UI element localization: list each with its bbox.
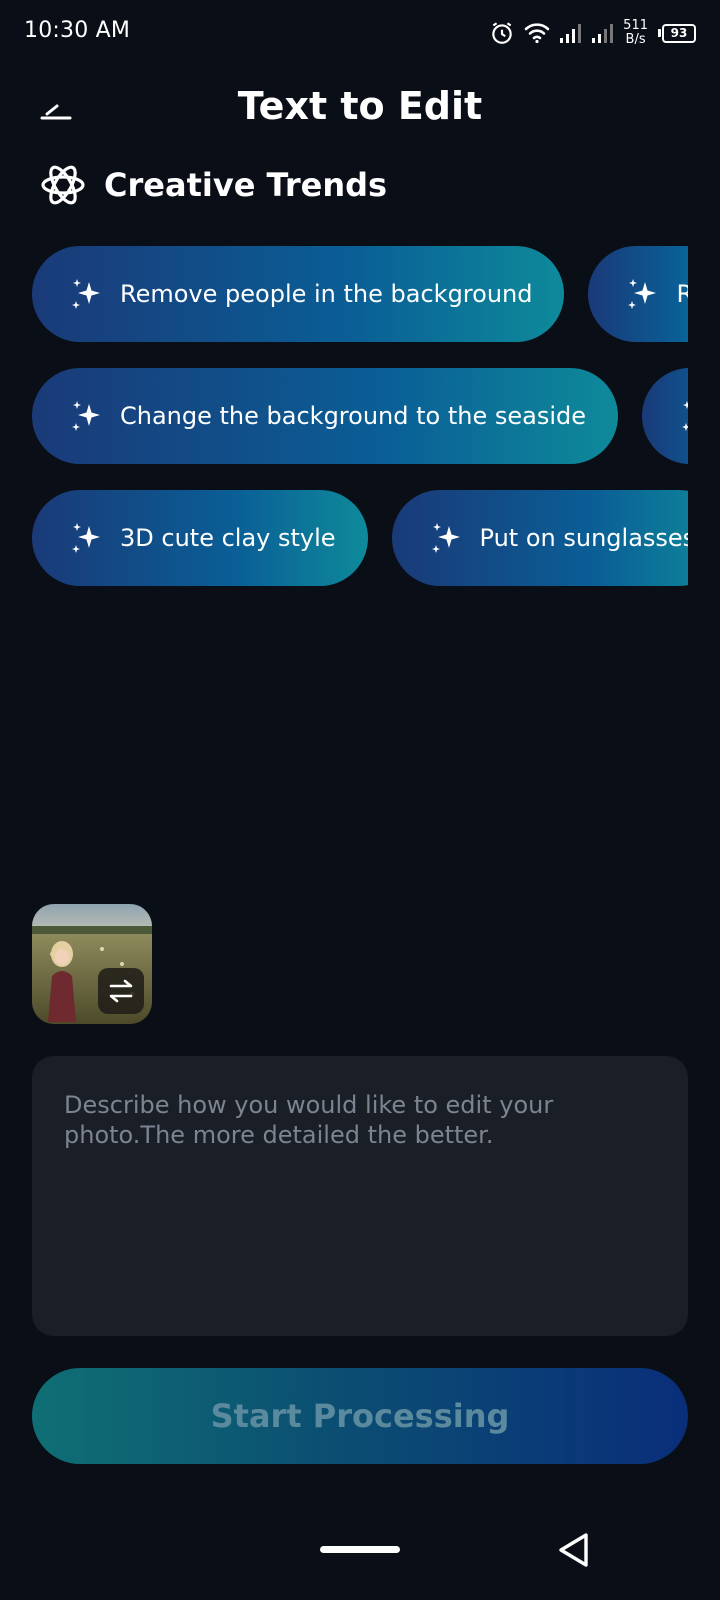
sparkle-icon <box>72 523 100 553</box>
sparkle-icon <box>628 279 657 309</box>
sparkle-icon <box>72 279 100 309</box>
page-title: Text to Edit <box>237 84 483 128</box>
chip-clay-style[interactable]: 3D cute clay style <box>32 490 368 586</box>
battery-level: 93 <box>662 23 696 43</box>
battery-icon: 93 <box>658 23 696 43</box>
chip-label: 3D cute clay style <box>120 524 336 552</box>
status-bar: 10:30 AM 511 B/s 93 <box>0 0 720 66</box>
prompt-box <box>32 1056 688 1336</box>
nav-back-icon[interactable] <box>554 1530 594 1570</box>
chip-row: Change the background to the seaside <box>32 368 688 464</box>
battery-cap <box>658 29 661 37</box>
chip-partial[interactable] <box>642 368 688 464</box>
atom-icon <box>41 165 85 205</box>
swap-photo-button[interactable] <box>98 968 144 1014</box>
network-speed-value: 511 <box>623 18 648 33</box>
start-processing-label: Start Processing <box>210 1397 510 1435</box>
trend-chips: Remove people in the background Re Chang… <box>32 246 688 586</box>
screen: 10:30 AM 511 B/s 93 Text to Edit Creativ… <box>0 0 720 1600</box>
wifi-icon <box>524 23 550 44</box>
sparkle-icon <box>431 523 460 553</box>
section-heading: Creative Trends <box>40 160 387 210</box>
chip-row: Remove people in the background Re <box>32 246 688 342</box>
network-speed-unit: B/s <box>625 32 646 47</box>
sparkle-icon <box>682 401 688 431</box>
network-speed: 511 B/s <box>623 19 648 47</box>
alarm-icon <box>492 22 512 44</box>
swap-icon <box>109 979 133 1003</box>
chip-row: 3D cute clay style Put on sunglasses <box>32 490 688 586</box>
chip-label: Change the background to the seaside <box>120 402 586 430</box>
section-title: Creative Trends <box>104 166 388 204</box>
signal-icon <box>592 24 614 43</box>
chip-label: Re <box>676 280 688 308</box>
signal-icon <box>560 24 582 43</box>
chip-sunglasses[interactable]: Put on sunglasses <box>391 490 688 586</box>
start-processing-button[interactable]: Start Processing <box>32 1368 688 1464</box>
chip-remove-people[interactable]: Remove people in the background <box>32 246 565 342</box>
status-time: 10:30 AM <box>24 18 131 43</box>
prompt-input[interactable] <box>64 1090 656 1302</box>
chip-seaside-background[interactable]: Change the background to the seaside <box>32 368 618 464</box>
home-indicator[interactable] <box>320 1546 400 1553</box>
chip-partial[interactable]: Re <box>588 246 688 342</box>
status-icons: 511 B/s 93 <box>489 16 696 50</box>
sparkle-icon <box>72 401 100 431</box>
chip-label: Remove people in the background <box>120 280 533 308</box>
photo-thumbnail[interactable] <box>32 904 152 1024</box>
chip-label: Put on sunglasses <box>479 524 688 552</box>
